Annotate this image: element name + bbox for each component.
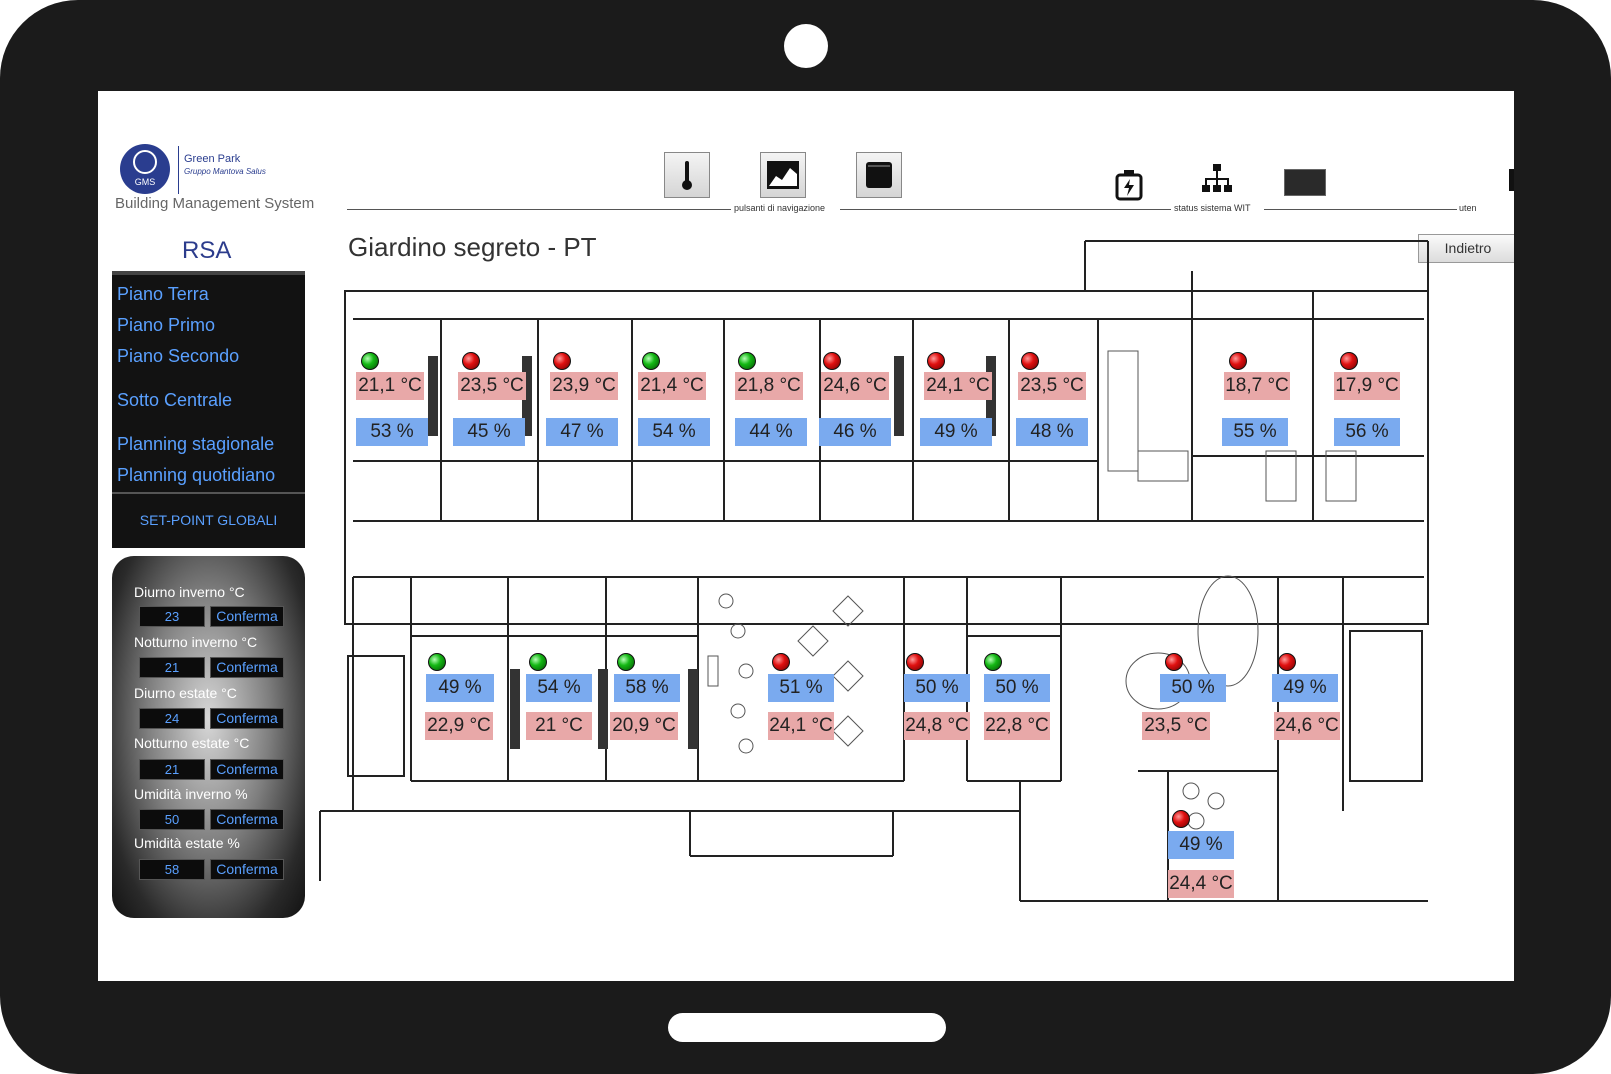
temperature-reading: 24,1 °C	[768, 712, 834, 740]
floor-plan	[319, 240, 1429, 902]
status-led-red	[1165, 653, 1183, 671]
temperature-reading: 18,7 °C	[1224, 372, 1290, 400]
humidity-reading: 51 %	[768, 674, 834, 702]
status-led-green	[642, 352, 660, 370]
camera-dot	[784, 24, 828, 68]
temperature-reading: 21,1 °C	[356, 372, 424, 400]
status-led-green	[984, 653, 1002, 671]
temperature-reading: 22,9 °C	[425, 712, 493, 740]
status-led-green	[738, 352, 756, 370]
humidity-reading: 45 %	[453, 418, 525, 446]
temperature-reading: 21,4 °C	[638, 372, 706, 400]
humidity-reading: 50 %	[984, 674, 1050, 702]
screen: GMS Green Park Gruppo Mantova Salus Buil…	[98, 91, 1514, 981]
humidity-reading: 58 %	[614, 674, 680, 702]
humidity-reading: 53 %	[356, 418, 428, 446]
humidity-reading: 50 %	[904, 674, 970, 702]
home-bar[interactable]	[668, 1013, 946, 1042]
temperature-reading: 23,5 °C	[458, 372, 526, 400]
humidity-reading: 54 %	[638, 418, 710, 446]
humidity-reading: 49 %	[1168, 831, 1234, 859]
status-led-red	[1021, 352, 1039, 370]
temperature-reading: 20,9 °C	[610, 712, 678, 740]
status-led-green	[617, 653, 635, 671]
humidity-reading: 48 %	[1016, 418, 1088, 446]
status-led-red	[927, 352, 945, 370]
status-led-red	[1278, 653, 1296, 671]
status-led-red	[553, 352, 571, 370]
humidity-reading: 49 %	[426, 674, 494, 702]
humidity-reading: 55 %	[1222, 418, 1288, 446]
temperature-reading: 23,9 °C	[550, 372, 618, 400]
tablet-frame: GMS Green Park Gruppo Mantova Salus Buil…	[0, 0, 1611, 1074]
status-led-red	[823, 352, 841, 370]
status-led-red	[1340, 352, 1358, 370]
temperature-reading: 21 °C	[526, 712, 592, 740]
status-led-green	[428, 653, 446, 671]
humidity-reading: 50 %	[1160, 674, 1226, 702]
temperature-reading: 22,8 °C	[984, 712, 1050, 740]
temperature-reading: 23,5 °C	[1142, 712, 1210, 740]
humidity-reading: 49 %	[920, 418, 992, 446]
humidity-reading: 47 %	[546, 418, 618, 446]
humidity-reading: 54 %	[526, 674, 592, 702]
temperature-reading: 21,8 °C	[735, 372, 803, 400]
temperature-reading: 24,6 °C	[1274, 712, 1340, 740]
humidity-reading: 49 %	[1272, 674, 1338, 702]
status-led-red	[906, 653, 924, 671]
temperature-reading: 24,4 °C	[1168, 870, 1234, 898]
status-led-green	[529, 653, 547, 671]
status-led-red	[1229, 352, 1247, 370]
humidity-reading: 46 %	[819, 418, 891, 446]
status-led-red	[772, 653, 790, 671]
temperature-reading: 23,5 °C	[1018, 372, 1086, 400]
humidity-reading: 56 %	[1334, 418, 1400, 446]
temperature-reading: 24,1 °C	[924, 372, 992, 400]
status-led-red	[1172, 810, 1190, 828]
status-led-red	[462, 352, 480, 370]
status-led-green	[361, 352, 379, 370]
humidity-reading: 44 %	[735, 418, 807, 446]
temperature-reading: 24,6 °C	[821, 372, 889, 400]
temperature-reading: 24,8 °C	[904, 712, 970, 740]
temperature-reading: 17,9 °C	[1334, 372, 1400, 400]
